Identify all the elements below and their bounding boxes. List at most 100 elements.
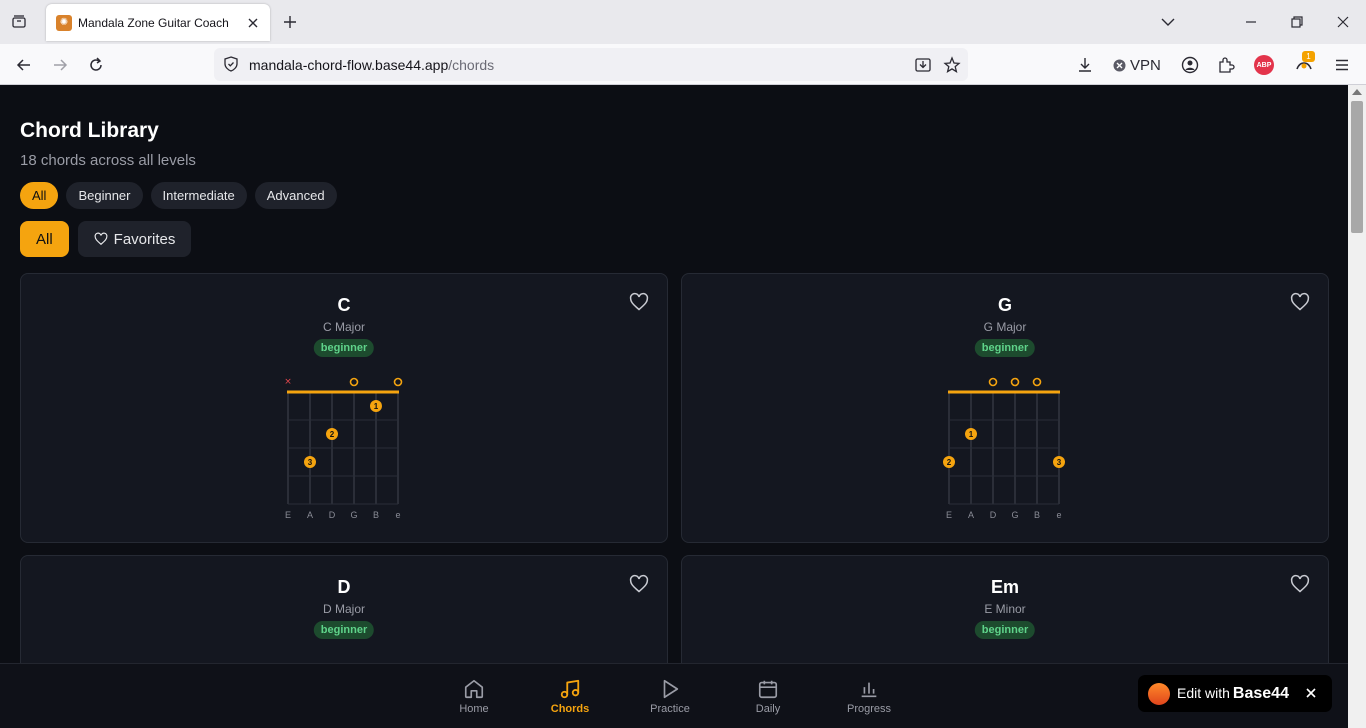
finger-number: 3 xyxy=(1057,458,1062,467)
reload-icon[interactable] xyxy=(83,52,109,78)
menu-icon[interactable] xyxy=(1330,53,1354,77)
new-tab-icon[interactable] xyxy=(279,11,301,33)
edit-brand: Base44 xyxy=(1232,684,1289,702)
vpn-button[interactable]: VPN xyxy=(1113,53,1161,77)
chevron-down-icon[interactable] xyxy=(1157,11,1179,33)
chord-name: D xyxy=(337,577,351,597)
chord-name: C xyxy=(337,295,351,315)
edit-text: Edit with Base44 xyxy=(1177,685,1289,703)
account-icon[interactable] xyxy=(1178,53,1202,77)
open-string-marker xyxy=(349,377,359,387)
show-all-button[interactable]: All xyxy=(20,221,69,257)
level-badge: beginner xyxy=(313,621,375,639)
window-close-icon[interactable] xyxy=(1329,8,1357,36)
string-label: D xyxy=(990,510,997,520)
base44-logo-icon xyxy=(1148,682,1170,705)
save-page-icon[interactable] xyxy=(912,54,934,76)
url-text: mandala-chord-flow.base44.app/chords xyxy=(249,57,494,73)
level-badge: beginner xyxy=(974,621,1036,639)
adblock-icon[interactable]: ABP xyxy=(1252,53,1276,77)
chord-diagram: 1 2 3 E A D G Be xyxy=(943,377,1065,520)
browser-tab-bar: ✺ Mandala Zone Guitar Coach xyxy=(0,0,1366,44)
extension-badge: 1 xyxy=(1302,51,1315,62)
chord-full-name: D Major xyxy=(322,602,365,616)
home-icon xyxy=(464,679,484,699)
active-tab[interactable]: ✺ Mandala Zone Guitar Coach xyxy=(46,4,270,41)
finger-number: 3 xyxy=(308,458,313,467)
vpn-off-icon xyxy=(1113,59,1126,71)
bar-chart-icon xyxy=(861,682,877,698)
open-string-marker xyxy=(1010,377,1020,387)
chord-full-name: G Major xyxy=(983,320,1027,334)
chord-diagram: × 1 2 3 E A D G Be xyxy=(284,377,403,520)
tab-close-icon[interactable] xyxy=(242,12,264,34)
nav-progress-label: Progress xyxy=(846,703,892,715)
bookmark-star-icon[interactable] xyxy=(941,54,963,76)
filter-intermediate[interactable]: Intermediate xyxy=(150,182,247,209)
open-string-marker xyxy=(393,377,403,387)
chord-name: Em xyxy=(990,577,1019,597)
filter-advanced[interactable]: Advanced xyxy=(254,182,337,209)
show-all-label: All xyxy=(36,230,53,248)
site-favicon-icon: ✺ xyxy=(56,14,72,31)
open-string-marker xyxy=(988,377,998,387)
nav-daily[interactable]: Daily xyxy=(728,664,808,728)
favorite-filter-group: All Favorites xyxy=(20,221,192,257)
url-domain: mandala-chord-flow.base44.app xyxy=(249,57,449,73)
finger-number: 1 xyxy=(374,402,379,411)
level-badge: beginner xyxy=(974,339,1036,357)
string-label: e xyxy=(1056,510,1061,520)
calendar-icon xyxy=(758,680,778,699)
edit-with-base44-badge[interactable]: Edit with Base44 xyxy=(1138,675,1332,712)
scroll-up-arrow-icon[interactable] xyxy=(1352,89,1362,95)
string-label: A xyxy=(307,510,313,520)
restore-icon[interactable] xyxy=(1283,8,1311,36)
scroll-thumb[interactable] xyxy=(1351,101,1363,233)
browser-nav-bar: mandala-chord-flow.base44.app/chords VPN… xyxy=(0,44,1366,85)
favorites-button[interactable]: Favorites xyxy=(77,221,192,257)
back-arrow-icon[interactable] xyxy=(11,52,37,78)
nav-home-label: Home xyxy=(459,703,489,715)
muted-string-marker: × xyxy=(284,377,292,387)
url-path: /chords xyxy=(448,57,495,73)
finger-number: 2 xyxy=(947,458,952,467)
string-label: B xyxy=(373,510,379,520)
forward-arrow-icon[interactable] xyxy=(47,52,73,78)
site-info-icon[interactable] xyxy=(222,55,240,73)
nav-daily-label: Daily xyxy=(755,703,781,715)
downloads-icon[interactable] xyxy=(1073,53,1097,77)
nav-chords-label: Chords xyxy=(550,703,590,715)
page-title: Chord Library xyxy=(20,119,159,142)
extensions-icon[interactable] xyxy=(1214,53,1238,77)
nav-practice[interactable]: Practice xyxy=(630,664,710,728)
url-bar[interactable]: mandala-chord-flow.base44.app/chords xyxy=(214,48,968,81)
string-label: E xyxy=(285,510,291,520)
heart-icon xyxy=(94,232,108,246)
favorites-label: Favorites xyxy=(113,230,176,248)
finger-number: 1 xyxy=(969,430,974,439)
open-string-marker xyxy=(1032,377,1042,387)
chord-library-page: Chord Library 18 chords across all level… xyxy=(0,85,1348,728)
edit-prefix: Edit with xyxy=(1177,684,1230,701)
level-badge: beginner xyxy=(313,339,375,357)
page-subtitle: 18 chords across all levels xyxy=(20,152,196,169)
string-label: G xyxy=(350,510,357,520)
nav-chords[interactable]: Chords xyxy=(530,664,610,728)
chord-card-g[interactable]: G G Major beginner 1 2 3 E A D G Be xyxy=(681,273,1329,543)
string-label: D xyxy=(329,510,336,520)
filter-all[interactable]: All xyxy=(20,182,59,209)
chord-card-c[interactable]: C C Major beginner × 1 2 3 E A D G Be xyxy=(20,273,668,543)
page-scrollbar[interactable] xyxy=(1348,85,1366,728)
play-icon xyxy=(663,679,679,699)
tab-list-icon[interactable] xyxy=(8,11,30,33)
chord-full-name: C Major xyxy=(322,320,365,334)
minimize-icon[interactable] xyxy=(1237,8,1265,36)
nav-practice-label: Practice xyxy=(650,703,690,715)
nav-progress[interactable]: Progress xyxy=(829,664,909,728)
close-icon[interactable] xyxy=(1302,684,1320,702)
nav-home[interactable]: Home xyxy=(434,664,514,728)
string-label: e xyxy=(395,510,400,520)
filter-beginner[interactable]: Beginner xyxy=(66,182,143,209)
chord-name: G xyxy=(997,295,1012,315)
vpn-label: VPN xyxy=(1130,56,1161,74)
